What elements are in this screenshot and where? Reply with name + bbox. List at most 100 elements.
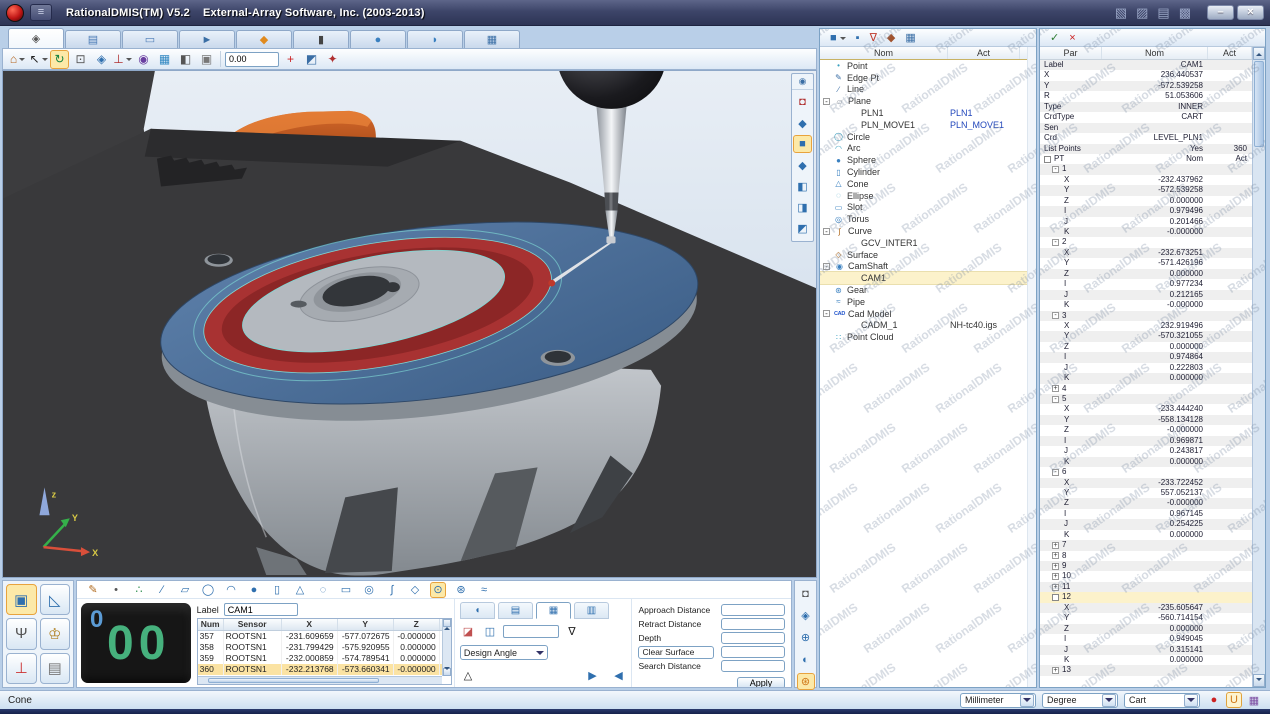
strip-icon[interactable]: ◘ <box>797 585 815 602</box>
toolbar-icon[interactable]: ◈ <box>92 50 111 69</box>
prop-row[interactable]: - 1 <box>1040 164 1265 174</box>
param-input[interactable] <box>721 660 785 672</box>
tree-item[interactable]: ◇ Surface <box>820 249 1036 261</box>
status-icon[interactable]: ▦ <box>1246 692 1262 708</box>
prop-row[interactable]: Y -571.426196 <box>1040 258 1265 268</box>
prop-row[interactable]: Type INNER <box>1040 102 1265 112</box>
param-input[interactable] <box>721 646 785 658</box>
prop-row[interactable]: - 3 <box>1040 311 1265 321</box>
props-toolbar-icon[interactable]: × <box>1069 32 1075 44</box>
units-select[interactable]: Degree <box>1042 693 1118 708</box>
ribbon-tab[interactable]: ▮ <box>293 30 349 48</box>
prop-row[interactable]: X 236.440537 <box>1040 70 1265 80</box>
tree-item[interactable]: ∕ Line <box>820 84 1036 96</box>
mode-button[interactable]: ♔ <box>40 618 71 649</box>
strip-icon[interactable]: ⊕ <box>797 629 815 646</box>
design-angle-select[interactable]: Design Angle <box>460 645 548 660</box>
prop-row[interactable]: + 10 <box>1040 571 1265 581</box>
prop-row[interactable]: - 6 <box>1040 467 1265 477</box>
titlebar-tool-icon[interactable]: ▩ <box>1179 5 1191 21</box>
view-mode-icon[interactable]: ◩ <box>793 219 812 237</box>
prop-row[interactable]: J 0.212165 <box>1040 290 1265 300</box>
ribbon-tab[interactable]: ● <box>350 30 406 48</box>
ribbon-tab[interactable]: ▭ <box>122 30 178 48</box>
prop-row[interactable]: List Points Yes 360 <box>1040 144 1265 154</box>
prop-row[interactable]: X -232.673251 <box>1040 248 1265 258</box>
prop-expander[interactable]: + <box>1052 563 1059 570</box>
evaluation-tab[interactable]: ▤ <box>498 602 533 619</box>
prop-row[interactable]: - 2 <box>1040 237 1265 247</box>
prop-row[interactable]: K 0.000000 <box>1040 373 1265 383</box>
tree-item[interactable]: △ Cone <box>820 178 1036 190</box>
prop-row[interactable]: K -0.000000 <box>1040 227 1265 237</box>
toolbar-icon[interactable]: + <box>281 50 300 69</box>
ribbon-tab[interactable]: ◈ <box>8 28 64 48</box>
param-input[interactable] <box>721 632 785 644</box>
tree-item[interactable]: ◌ Ellipse <box>820 190 1036 202</box>
prop-expander[interactable]: + <box>1052 552 1059 559</box>
tree-expander[interactable]: - <box>823 263 830 270</box>
status-icon[interactable]: ● <box>1206 692 1222 708</box>
view-mode-icon[interactable]: ■ <box>793 135 812 153</box>
view-mode-icon[interactable]: ◧ <box>793 177 812 195</box>
titlebar-tool-icon[interactable]: ▧ <box>1115 5 1127 21</box>
prop-row[interactable]: X 232.919496 <box>1040 321 1265 331</box>
tree-item[interactable]: ◯ Circle <box>820 131 1036 143</box>
feature-icon[interactable]: ✎ <box>85 582 101 598</box>
tree-item[interactable]: ▯ Cylinder <box>820 166 1036 178</box>
prop-row[interactable]: I 0.969871 <box>1040 436 1265 446</box>
system-menu-button[interactable]: ≡ <box>30 4 52 21</box>
feature-icon[interactable]: ◎ <box>361 582 377 598</box>
feature-icon[interactable]: ∴ <box>131 582 147 598</box>
scroll-down-button[interactable] <box>1253 674 1265 687</box>
units-select[interactable]: Cart <box>1124 693 1200 708</box>
tree-item[interactable]: ▭ Slot <box>820 202 1036 214</box>
prop-row[interactable]: I 0.974864 <box>1040 352 1265 362</box>
prop-row[interactable]: X -235.605647 <box>1040 603 1265 613</box>
prop-row[interactable]: K 0.000000 <box>1040 457 1265 467</box>
prop-row[interactable]: + 11 <box>1040 582 1265 592</box>
evaluation-tab[interactable]: ▦ <box>536 602 571 619</box>
feature-icon[interactable]: ∫ <box>384 582 400 598</box>
table-row[interactable]: 359 ROOTSN1 -232.000859 -574.789541 0.00… <box>198 653 451 664</box>
prop-row[interactable]: Y 557.052137 <box>1040 488 1265 498</box>
prop-row[interactable]: - 5 <box>1040 394 1265 404</box>
table-row[interactable]: 360 ROOTSN1 -232.213768 -573.660341 -0.0… <box>198 664 451 675</box>
prop-row[interactable]: I 0.979496 <box>1040 206 1265 216</box>
prop-expander[interactable]: - <box>1052 396 1059 403</box>
table-vscrollbar[interactable] <box>442 619 451 676</box>
tree-item[interactable]: - CAD Cad Model <box>820 308 1036 320</box>
evaluation-tab[interactable]: ▥ <box>574 602 609 619</box>
table-row[interactable]: 358 ROOTSN1 -231.799429 -575.920955 0.00… <box>198 642 451 653</box>
tree-item[interactable]: ◎ Torus <box>820 213 1036 225</box>
prop-row[interactable]: Z 0.000000 <box>1040 624 1265 634</box>
erase-icon[interactable]: ◫ <box>482 623 498 639</box>
prop-row[interactable]: PT Nom Act <box>1040 154 1265 164</box>
tree-item[interactable]: - ◉ CamShaft <box>820 261 1036 273</box>
close-button[interactable]: × <box>1237 5 1264 20</box>
feature-icon[interactable]: △ <box>292 582 308 598</box>
prop-row[interactable]: I 0.977234 <box>1040 279 1265 289</box>
prop-row[interactable]: K 0.000000 <box>1040 530 1265 540</box>
toolbar-icon[interactable]: ◧ <box>176 50 195 69</box>
filter-icon[interactable]: ∇ <box>564 623 580 639</box>
prop-row[interactable]: Label CAM1 <box>1040 60 1265 70</box>
tree-expander[interactable]: - <box>823 310 830 317</box>
angle-icon[interactable]: △ <box>460 667 476 683</box>
feature-icon[interactable]: ◇ <box>407 582 423 598</box>
prop-row[interactable]: X -233.444240 <box>1040 404 1265 414</box>
units-select[interactable]: Millimeter <box>960 693 1036 708</box>
prop-expander[interactable] <box>1052 594 1059 601</box>
toolbar-icon[interactable]: ✦ <box>323 50 342 69</box>
toolbar-icon[interactable]: ▣ <box>197 50 216 69</box>
tree-item[interactable]: ✎ Edge Pt <box>820 72 1036 84</box>
mode-button[interactable]: ▣ <box>6 584 37 615</box>
param-input[interactable] <box>721 618 785 630</box>
toolbar-icon[interactable]: ↖ <box>29 50 48 69</box>
strip-icon[interactable]: ◐ <box>797 651 815 668</box>
tree-item[interactable]: CADM_1 NH-tc40.igs <box>820 320 1036 332</box>
filter-value-input[interactable] <box>503 625 559 638</box>
prop-row[interactable]: J 0.315141 <box>1040 645 1265 655</box>
scroll-thumb[interactable] <box>1254 61 1264 147</box>
tree-toolbar-icon[interactable]: ■ <box>830 32 846 44</box>
